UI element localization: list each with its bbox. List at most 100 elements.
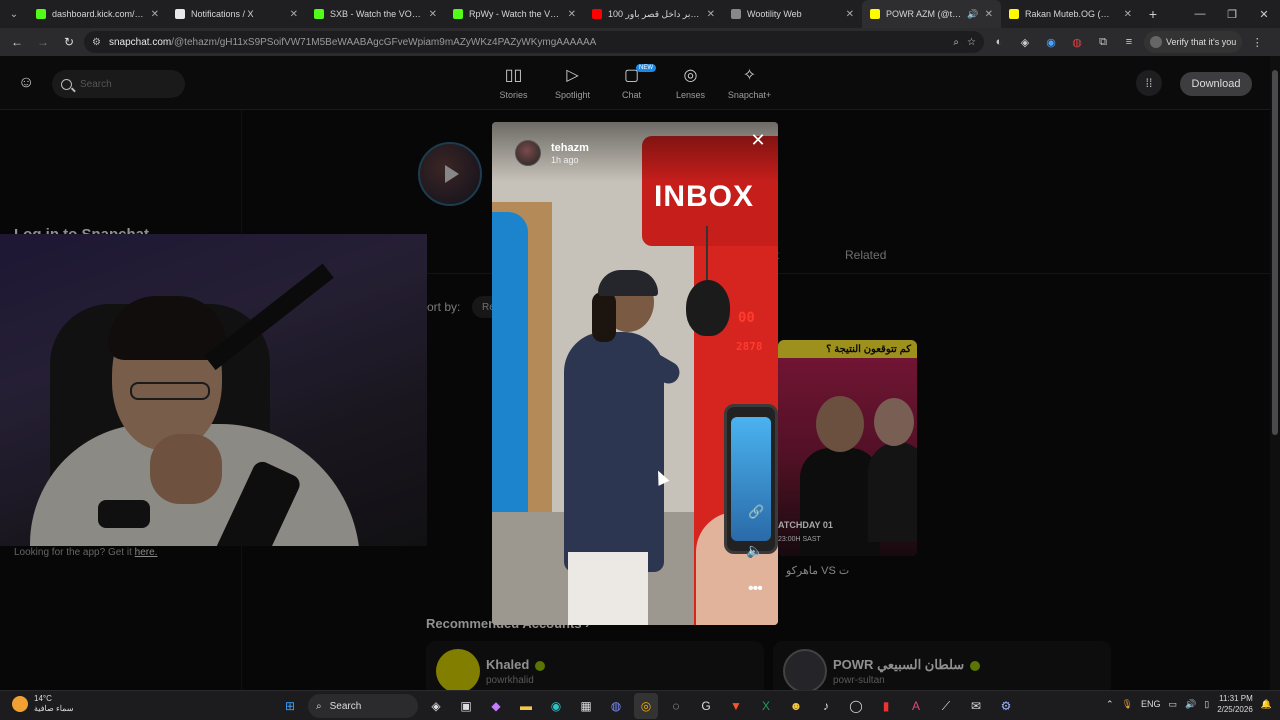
language-indicator[interactable]: ENG <box>1141 699 1161 709</box>
browser-tab[interactable]: SXB - Watch the VOD on K ✕ <box>306 0 445 28</box>
nav-chat[interactable]: ▢ NEW Chat <box>604 64 659 100</box>
thumbnail-caption[interactable]: ماهركو VS ت <box>786 564 849 577</box>
app-slash-icon[interactable]: ⟋ <box>934 693 958 719</box>
browser-menu-icon[interactable]: ⋮ <box>1246 31 1268 53</box>
zoom-icon[interactable]: ⌕ <box>953 37 959 48</box>
tab-close-icon[interactable]: ✕ <box>429 9 437 20</box>
nav-lenses[interactable]: ◎ Lenses <box>663 64 718 100</box>
browser-tab[interactable]: POWR AZM (@tehazm) 🔊 ✕ <box>862 0 1001 28</box>
story-user-avatar[interactable] <box>515 140 541 166</box>
battery-icon[interactable]: ▯ <box>1204 699 1209 710</box>
mail-icon[interactable]: ✉ <box>964 693 988 719</box>
close-window-button[interactable]: ✕ <box>1248 0 1280 28</box>
tab-title: dashboard.kick.com/strea <box>52 9 145 19</box>
edge-icon[interactable]: ◉ <box>544 693 568 719</box>
tab-close-icon[interactable]: ✕ <box>846 9 854 20</box>
site-info-icon[interactable]: ⚙ <box>92 37 101 48</box>
bookmark-star-icon[interactable]: ☆ <box>967 37 976 48</box>
browser-tab[interactable]: Notifications / X ✕ <box>167 0 306 28</box>
tab-close-icon[interactable]: ✕ <box>290 9 298 20</box>
extension-icon-4[interactable]: ◍ <box>1066 31 1088 53</box>
tab-close-icon[interactable]: ✕ <box>568 9 576 20</box>
minimize-button[interactable]: — <box>1184 0 1216 28</box>
browser-tab[interactable]: dashboard.kick.com/strea ✕ <box>28 0 167 28</box>
extensions-puzzle-icon[interactable]: ⧉ <box>1092 31 1114 53</box>
download-button[interactable]: Download <box>1180 72 1252 96</box>
media-controls-icon[interactable]: ≡ <box>1118 31 1140 53</box>
app-g-icon[interactable]: G <box>694 693 718 719</box>
file-explorer-icon[interactable]: ▬ <box>514 693 538 719</box>
store-icon[interactable]: ▦ <box>574 693 598 719</box>
browser-tab[interactable]: Wootility Web ✕ <box>723 0 862 28</box>
extension-icon-2[interactable]: ◈ <box>1014 31 1036 53</box>
profile-verify-chip[interactable]: Verify that it's you <box>1144 31 1243 53</box>
weather-widget[interactable]: 14°C سماء صافية <box>12 694 74 714</box>
settings-gear-icon[interactable]: ⚙ <box>994 693 1018 719</box>
red-app-icon[interactable]: ▮ <box>874 693 898 719</box>
get-app-link[interactable]: here. <box>135 547 158 558</box>
tab-close-icon[interactable]: ✕ <box>985 9 993 20</box>
tab-close-icon[interactable]: ✕ <box>707 9 715 20</box>
extension-icon-3[interactable]: ◉ <box>1040 31 1062 53</box>
snapchat-ghost-logo-icon[interactable]: ☺ <box>18 74 36 92</box>
emoji-app-icon[interactable]: ☻ <box>784 693 808 719</box>
spotlight-thumbnail[interactable]: كم تتوقعون النتيجة ؟ ATCHDAY 01 23:00H S… <box>778 340 917 556</box>
taskbar-search[interactable]: ⌕ Search <box>308 694 418 718</box>
link-icon[interactable]: 🔗 <box>748 504 764 520</box>
volume-icon[interactable]: 🔈 <box>746 542 763 559</box>
discord-icon[interactable]: ◍ <box>604 693 628 719</box>
obs-icon[interactable]: ◌ <box>664 693 688 719</box>
tray-chevron-icon[interactable]: ⌃ <box>1106 699 1114 710</box>
browser-tab[interactable]: RpWy - Watch the VOD on ✕ <box>445 0 584 28</box>
reload-button[interactable]: ↻ <box>58 31 80 53</box>
profile-story-avatar[interactable] <box>418 142 482 206</box>
browser-tab[interactable]: Rakan Muteb.OG (@rms... ✕ <box>1001 0 1140 28</box>
forward-button[interactable]: → <box>32 31 54 53</box>
microphone-icon[interactable]: 🎙 <box>1122 699 1133 710</box>
system-tray: ⌃ 🎙 ENG ▭ 🔊 ▯ 11:31 PM 2/25/2026 🔔 <box>1106 693 1272 715</box>
apps-grid-icon[interactable]: ⁞⁞ <box>1136 70 1162 96</box>
windows-start-icon[interactable]: ⊞ <box>278 693 302 719</box>
close-icon[interactable]: ✕ <box>748 130 768 150</box>
excel-icon[interactable]: X <box>754 693 778 719</box>
browser-tab[interactable]: 100 يوتيوبر داخل قصر باور ✕ <box>584 0 723 28</box>
app-circle-icon[interactable]: ◯ <box>844 693 868 719</box>
new-tab-button[interactable]: + <box>1140 0 1166 28</box>
recommended-account-card[interactable]: Khaled powrkhalid <box>426 641 764 697</box>
search-input[interactable]: Search <box>52 70 185 98</box>
weather-temp: 14°C <box>34 694 52 703</box>
page-scrollbar-thumb[interactable] <box>1272 70 1278 435</box>
nav-stories[interactable]: ▯▯ Stories <box>486 64 541 100</box>
url-path: /@tehazm/gH11xS9PSoifVW71M5BeWAABAgcGFve… <box>171 36 597 48</box>
url-host: snapchat.com <box>108 36 172 48</box>
nav-spotlight[interactable]: ▷ Spotlight <box>545 64 600 100</box>
brave-icon[interactable]: ▼ <box>724 693 748 719</box>
copilot-icon[interactable]: ◆ <box>484 693 508 719</box>
maximize-button[interactable]: ❐ <box>1216 0 1248 28</box>
tiktok-icon[interactable]: ♪ <box>814 693 838 719</box>
network-icon[interactable]: ▭ <box>1169 699 1178 710</box>
more-options-icon[interactable]: ••• <box>748 580 763 598</box>
recommended-account-card[interactable]: POWR سلطان السبيعي powr-sultan <box>773 641 1111 697</box>
nav-snapchat[interactable]: ✧ Snapchat+ <box>722 64 777 100</box>
story-username[interactable]: tehazm <box>551 142 589 154</box>
tab-title: Rakan Muteb.OG (@rms... <box>1025 9 1118 19</box>
weather-text: سماء صافية <box>34 704 74 713</box>
story-viewer[interactable]: INBOX 00 2878 tehazm 1h ago ✕ 🔗 🔈 ••• <box>492 122 778 625</box>
task-view-icon[interactable]: ▣ <box>454 693 478 719</box>
volume-tray-icon[interactable]: 🔊 <box>1185 699 1196 710</box>
extension-icon-1[interactable]: ◐ <box>988 31 1010 53</box>
tab-audio-icon[interactable]: 🔊 <box>967 9 978 20</box>
chrome-icon[interactable]: ◎ <box>634 693 658 719</box>
app-a-icon[interactable]: A <box>904 693 928 719</box>
address-bar[interactable]: ⚙ snapchat.com/@tehazm/gH11xS9PSoifVW71M… <box>84 31 984 53</box>
tab-close-icon[interactable]: ✕ <box>151 9 159 20</box>
clock[interactable]: 11:31 PM 2/25/2026 <box>1217 693 1253 715</box>
tab-close-icon[interactable]: ✕ <box>1124 9 1132 20</box>
back-button[interactable]: ← <box>6 31 28 53</box>
account-name: Khaled <box>486 657 546 672</box>
tab-related[interactable]: Related <box>845 248 886 262</box>
notification-bell-icon[interactable]: 🔔 <box>1261 699 1272 710</box>
tab-search-button[interactable]: ⌄ <box>0 0 28 28</box>
widgets-icon[interactable]: ◈ <box>424 693 448 719</box>
